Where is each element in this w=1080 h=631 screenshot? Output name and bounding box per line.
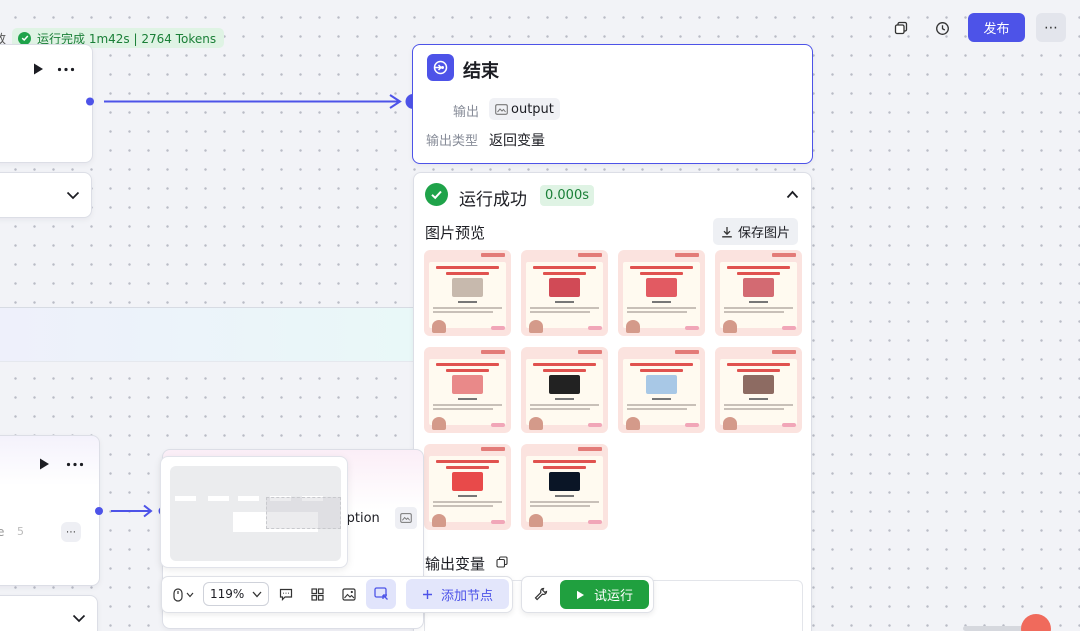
node-badge: 5 [17,525,24,538]
copy-icon [894,21,908,35]
play-icon[interactable] [37,457,51,471]
history-icon [935,21,949,35]
output-type-value: 返回变量 [489,133,545,149]
more-options-button[interactable]: ⋯ [1036,13,1066,42]
success-check-icon [425,183,448,206]
output-vars-label: 输出变量 [425,555,486,573]
image-icon [495,103,508,115]
minimap-toggle-button[interactable] [337,582,361,606]
thumb-3[interactable] [618,250,705,336]
thumb-4[interactable] [715,250,802,336]
download-icon [722,226,732,237]
thumb-10[interactable] [521,444,608,530]
node-more-icon[interactable] [66,462,84,467]
assistant-avatar[interactable] [1021,614,1051,631]
zoom-select[interactable]: 119% [203,582,269,606]
chevron-up-icon[interactable] [786,190,799,199]
save-image-label: 保存图片 [738,226,791,241]
image-preview-grid [424,250,804,532]
image-icon [342,587,356,601]
check-circle-icon [18,31,32,45]
thumb-7[interactable] [618,347,705,433]
floating-scrollbar[interactable] [963,626,1027,631]
node-inline-more-button[interactable]: ⋯ [61,522,81,542]
run-duration-badge: 0.000s [540,185,594,206]
selection-icon [373,587,388,600]
comment-button[interactable] [274,582,298,606]
collapsed-node-dropdown-bottom[interactable] [0,595,98,631]
thumb-9[interactable] [424,444,511,530]
run-result-panel: 运行成功 0.000s 图片预览 保存图片 输出变量 [413,172,812,631]
node-edge-text: e [0,525,5,539]
run-success-text: 运行成功 [459,190,527,210]
thumb-8[interactable] [715,347,802,433]
connector-to-end-node [86,94,421,109]
layout-grid-button[interactable] [305,582,329,606]
history-button[interactable] [929,15,955,41]
output-variable-tag: output [489,98,560,120]
test-run-button[interactable]: 试运行 [560,580,649,609]
save-image-button[interactable]: 保存图片 [713,218,799,245]
image-type-icon [395,507,417,529]
comment-icon [279,588,293,601]
workflow-node-top-left[interactable] [0,44,93,163]
output-label: 输出 [453,105,480,120]
collapsed-node-dropdown[interactable] [0,172,92,218]
node-description-text: iption [343,511,380,526]
wrench-icon [534,587,548,601]
thumb-2[interactable] [521,250,608,336]
chevron-down-icon [186,592,194,597]
minimap[interactable] [160,456,348,568]
select-mode-button[interactable] [366,579,396,609]
minimap-viewport[interactable] [266,497,341,529]
end-node-title: 结束 [463,61,499,82]
play-icon [576,590,584,599]
thumb-5[interactable] [424,347,511,433]
interaction-mode-button[interactable] [168,582,199,607]
publish-button-label: 发布 [983,22,1010,37]
mouse-icon [173,587,183,602]
end-node[interactable]: 结束 输出 output 输出类型 返回变量 [412,44,813,164]
zoom-value: 119% [210,587,245,601]
play-icon[interactable] [31,62,45,76]
publish-button[interactable]: 发布 [968,13,1025,42]
add-node-button[interactable]: 添加节点 [406,579,509,609]
end-node-icon [427,54,454,81]
output-type-label: 输出类型 [426,134,479,149]
image-preview-label: 图片预览 [425,224,486,242]
debug-settings-button[interactable] [529,582,553,606]
chevron-down-icon [72,614,86,623]
copy-icon[interactable] [496,556,508,568]
group-band [0,307,413,362]
chevron-down-icon [66,191,80,200]
thumb-6[interactable] [521,347,608,433]
copy-canvas-button[interactable] [888,15,914,41]
minimap-canvas [170,466,341,561]
test-run-label: 试运行 [593,589,633,604]
plus-icon [422,589,432,599]
thumb-1[interactable] [424,250,511,336]
add-node-label: 添加节点 [440,588,493,604]
node-more-icon[interactable] [57,67,75,72]
grid-icon [310,587,324,601]
more-icon: ⋯ [1044,19,1058,36]
workflow-node-bottom-left[interactable]: e 5 ⋯ [0,435,100,586]
output-variable-name: output [511,101,554,117]
chevron-down-icon [252,591,262,597]
